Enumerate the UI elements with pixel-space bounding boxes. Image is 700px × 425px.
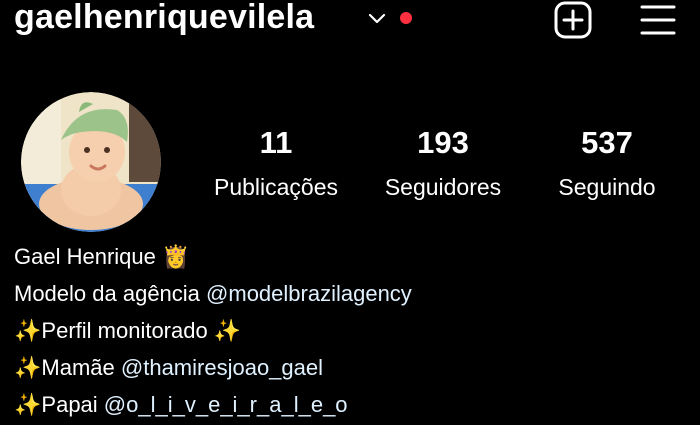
father-mention-link[interactable]: @o_l_i_v_e_i_r_a_l_e_o <box>104 392 348 417</box>
sparkle-icon: ✨ <box>213 319 242 344</box>
bio-text: Mamãe <box>41 355 121 380</box>
username-switcher[interactable]: gaelhenriquevilela <box>14 0 314 37</box>
profile-header: gaelhenriquevilela <box>0 0 700 50</box>
hamburger-menu-icon[interactable] <box>640 2 676 38</box>
sparkle-icon: ✨ <box>14 393 42 418</box>
bio-name-line: Gael Henrique 👸 <box>14 240 412 277</box>
stat-seguidores[interactable]: 193 Seguidores <box>363 124 523 202</box>
chevron-down-icon[interactable] <box>367 12 387 26</box>
bio-text: Papai <box>41 392 104 417</box>
profile-bio: Gael Henrique 👸 Modelo da agência @model… <box>14 240 412 425</box>
bio-father-line: ✨Papai @o_l_i_v_e_i_r_a_l_e_o <box>14 388 412 425</box>
sparkle-icon: ✨ <box>14 319 42 344</box>
stat-label: Publicações <box>213 174 339 200</box>
plus-square-icon[interactable] <box>553 0 593 40</box>
bio-agency-line: Modelo da agência @modelbrazilagency <box>14 277 412 314</box>
stat-value: 193 <box>417 125 469 160</box>
bio-name: Gael Henrique <box>14 244 156 269</box>
stat-publicacoes[interactable]: 11 Publicações <box>196 124 356 202</box>
bio-monitored-line: ✨Perfil monitorado ✨ <box>14 314 412 351</box>
notification-dot <box>400 12 412 24</box>
bio-text: Modelo da agência <box>14 281 207 306</box>
agency-mention-link[interactable]: @modelbrazilagency <box>206 281 412 306</box>
sparkle-icon: ✨ <box>14 356 42 381</box>
profile-avatar[interactable] <box>21 92 161 232</box>
stat-value: 11 <box>259 125 293 160</box>
stat-label: Seguidores <box>384 174 502 200</box>
stat-seguindo[interactable]: 537 Seguindo <box>527 124 687 202</box>
crown-emoji-icon: 👸 <box>162 245 190 270</box>
bio-text: Perfil monitorado <box>41 318 214 343</box>
mother-mention-link[interactable]: @thamiresjoao_gael <box>121 355 323 380</box>
stat-value: 537 <box>581 125 633 160</box>
bio-mother-line: ✨Mamãe @thamiresjoao_gael <box>14 351 412 388</box>
stat-label: Seguindo <box>558 174 656 200</box>
